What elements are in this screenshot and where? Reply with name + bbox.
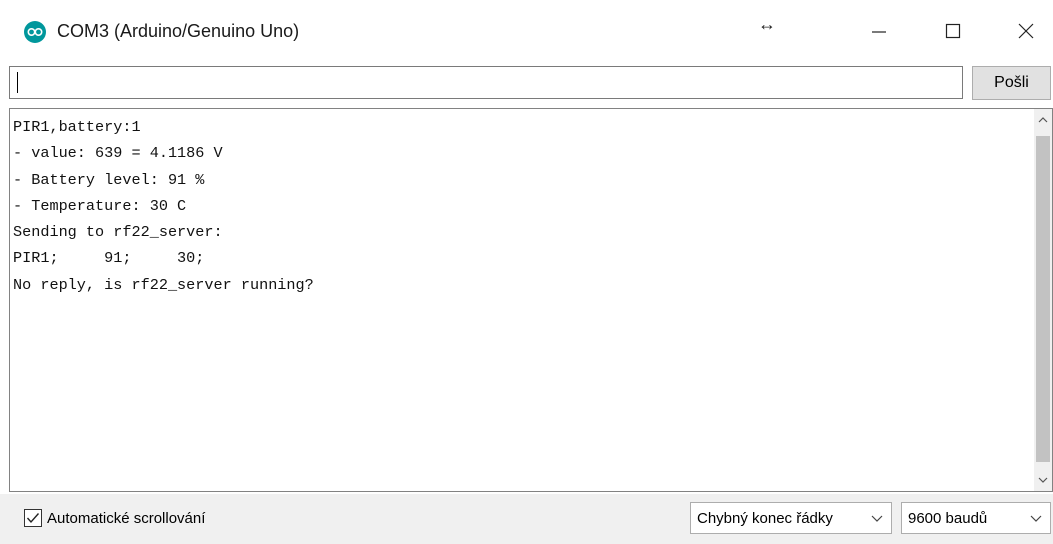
- serial-output[interactable]: PIR1,battery:1 - value: 639 = 4.1186 V -…: [9, 108, 1053, 492]
- output-line: - Battery level: 91 %: [13, 170, 205, 189]
- scroll-down-button[interactable]: [1034, 469, 1052, 491]
- output-line: - value: 639 = 4.1186 V: [13, 144, 223, 163]
- scrollbar-thumb[interactable]: [1036, 136, 1050, 462]
- minimize-icon: [871, 31, 886, 33]
- minimize-button[interactable]: [851, 0, 906, 62]
- chevron-up-icon: [1038, 117, 1048, 123]
- output-line: PIR1; 91; 30;: [13, 249, 205, 268]
- vertical-scrollbar[interactable]: [1034, 109, 1052, 491]
- chevron-down-icon: [1030, 515, 1042, 522]
- chevron-down-icon: [871, 515, 883, 522]
- output-line: Sending to rf22_server:: [13, 223, 223, 242]
- output-line: PIR1,battery:1: [13, 118, 141, 136]
- baud-rate-select[interactable]: 9600 baudů: [901, 502, 1051, 534]
- window-title: COM3 (Arduino/Genuino Uno): [57, 21, 300, 41]
- send-button[interactable]: Pošli: [972, 66, 1051, 100]
- output-line: No reply, is rf22_server running?: [13, 275, 314, 294]
- text-caret: [17, 72, 18, 93]
- line-ending-select[interactable]: Chybný konec řádky: [690, 502, 892, 534]
- serial-input[interactable]: [9, 66, 963, 99]
- baud-rate-value: 9600 baudů: [908, 509, 988, 527]
- autoscroll-label: Automatické scrollování: [47, 509, 206, 527]
- line-ending-value: Chybný konec řádky: [697, 509, 833, 527]
- checkmark-icon: [26, 513, 40, 524]
- scroll-up-button[interactable]: [1034, 109, 1052, 131]
- output-lines: PIR1,battery:1 - value: 639 = 4.1186 V -…: [10, 114, 1035, 298]
- maximize-button[interactable]: [925, 0, 980, 62]
- autoscroll-toggle[interactable]: Automatické scrollování: [24, 509, 205, 527]
- chevron-down-icon: [1038, 477, 1048, 483]
- maximize-icon: [945, 23, 960, 39]
- autoscroll-checkbox[interactable]: [24, 509, 42, 527]
- close-icon: [1018, 23, 1033, 39]
- title-bar: COM3 (Arduino/Genuino Uno) ↔: [0, 0, 1053, 62]
- resize-arrows-icon: ↔: [758, 14, 776, 34]
- output-line: - Temperature: 30 C: [13, 196, 187, 215]
- close-button[interactable]: [998, 0, 1053, 62]
- arduino-logo-icon: [24, 21, 46, 43]
- status-bar: Automatické scrollování Chybný konec řád…: [0, 494, 1053, 544]
- send-row: Pošli: [0, 62, 1053, 106]
